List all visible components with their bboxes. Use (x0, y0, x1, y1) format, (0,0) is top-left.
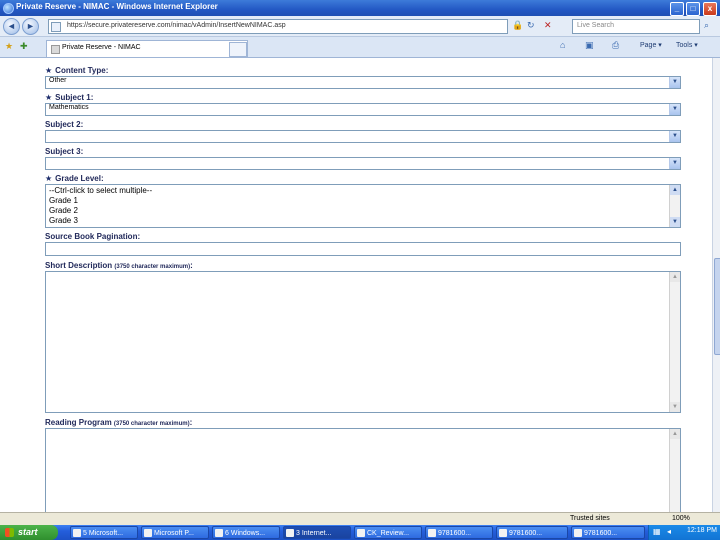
subject1-value: Mathematics (49, 104, 89, 111)
search-icon[interactable]: ⌕ (704, 20, 709, 31)
pagination-input[interactable] (45, 242, 681, 256)
taskbar-item[interactable]: CK_Review... (354, 526, 422, 539)
subject1-label: ★ Subject 1: (45, 93, 94, 102)
scrollbar-thumb[interactable] (714, 258, 720, 355)
grade-option[interactable]: --Ctrl-click to select multiple-- (49, 186, 152, 195)
scroll-up-icon[interactable]: ▲ (670, 429, 680, 439)
forward-button[interactable]: ► (22, 18, 39, 35)
tab-private-reserve[interactable]: Private Reserve - NIMAC (46, 40, 248, 57)
subject2-select[interactable]: ▼ (45, 130, 681, 143)
tab-toolbar: ★ ✚ Private Reserve - NIMAC ⌂ ▣ ⎙ Page ▾… (0, 37, 720, 58)
listbox-scrollbar[interactable]: ▲ ▼ (669, 185, 680, 227)
scroll-up-icon[interactable]: ▲ (670, 272, 680, 282)
add-favorite-icon[interactable]: ✚ (20, 41, 28, 52)
grade-option[interactable]: Grade 3 (49, 216, 78, 225)
favorites-star-icon[interactable]: ★ (5, 41, 13, 52)
taskbar-item[interactable]: 3 Internet... (283, 526, 351, 539)
window-title: Private Reserve - NIMAC - Windows Intern… (16, 2, 218, 11)
scroll-up-icon[interactable]: ▲ (670, 185, 680, 195)
reading-program-textarea[interactable]: ▲ (45, 428, 681, 524)
refresh-icon[interactable]: ↻ (527, 20, 535, 31)
minimize-button[interactable]: _ (670, 2, 684, 16)
content-type-value: Other (49, 77, 67, 84)
tab-favicon (51, 45, 60, 54)
subject3-label: Subject 3: (45, 147, 84, 156)
page-scrollbar[interactable] (712, 58, 720, 524)
start-button[interactable]: start (0, 525, 58, 540)
feeds-icon[interactable]: ▣ (585, 40, 594, 51)
maximize-button[interactable]: □ (686, 2, 700, 16)
app-icon (357, 529, 365, 537)
lock-icon[interactable]: 🔒 (512, 20, 523, 31)
stop-icon[interactable]: ✕ (544, 20, 552, 31)
grade-level-listbox[interactable]: --Ctrl-click to select multiple-- Grade … (45, 184, 681, 228)
taskbar-item[interactable]: 5 Microsoft... (70, 526, 138, 539)
required-star-icon: ★ (45, 66, 53, 75)
grade-level-label: ★ Grade Level: (45, 174, 104, 183)
volume-icon[interactable]: ◂ (667, 527, 671, 536)
taskbar-item[interactable]: 9781600... (425, 526, 493, 539)
system-tray: ▦ ◂ 12:18 PM (648, 525, 720, 540)
app-icon (574, 529, 582, 537)
internet-explorer-icon (3, 3, 14, 14)
clock[interactable]: 12:18 PM (687, 527, 717, 534)
zoom-level[interactable]: 100% (672, 515, 690, 522)
textarea-scrollbar[interactable]: ▲ (669, 429, 680, 524)
scroll-down-icon[interactable]: ▼ (670, 217, 680, 227)
page-menu[interactable]: Page ▾ (640, 41, 662, 49)
status-bar: Trusted sites 100% (0, 512, 720, 526)
chevron-down-icon[interactable]: ▼ (669, 104, 680, 115)
required-star-icon: ★ (45, 93, 53, 102)
windows-logo-icon (5, 528, 14, 537)
subject1-select[interactable]: Mathematics ▼ (45, 103, 681, 116)
reading-program-note: (3750 character maximum) (113, 421, 190, 427)
network-icon[interactable]: ▦ (653, 527, 661, 536)
tab-label: Private Reserve - NIMAC (62, 44, 141, 51)
app-icon (73, 529, 81, 537)
close-button[interactable]: x (703, 2, 717, 16)
taskbar-item[interactable]: 9781600... (571, 526, 645, 539)
required-star-icon: ★ (45, 174, 53, 183)
back-button[interactable]: ◄ (3, 18, 20, 35)
new-tab-button[interactable] (229, 42, 247, 57)
reading-program-label: Reading Program (3750 character maximum)… (45, 418, 193, 427)
page-icon (51, 22, 61, 32)
chevron-down-icon[interactable]: ▼ (669, 131, 680, 142)
search-input[interactable]: Live Search (572, 19, 700, 34)
subject3-select[interactable]: ▼ (45, 157, 681, 170)
content-type-label: ★ Content Type: (45, 66, 109, 75)
home-icon[interactable]: ⌂ (560, 40, 565, 50)
short-description-label: Short Description (3750 character maximu… (45, 261, 193, 270)
print-icon[interactable]: ⎙ (612, 40, 619, 51)
taskbar-item[interactable]: 6 Windows... (212, 526, 280, 539)
search-placeholder: Live Search (577, 22, 614, 29)
scroll-down-icon[interactable]: ▼ (670, 402, 680, 412)
short-description-note: (3750 character maximum) (114, 264, 191, 270)
chevron-down-icon[interactable]: ▼ (669, 77, 680, 88)
app-icon (215, 529, 223, 537)
subject2-label: Subject 2: (45, 120, 84, 129)
textarea-scrollbar[interactable]: ▲ ▼ (669, 272, 680, 412)
app-icon (286, 529, 294, 537)
security-zone: Trusted sites (570, 515, 610, 522)
page-content: ★ Content Type: Other ▼ ★ Subject 1: Mathe… (0, 58, 712, 524)
taskbar-item[interactable]: 9781600... (496, 526, 568, 539)
app-icon (144, 529, 152, 537)
chevron-down-icon[interactable]: ▼ (669, 158, 680, 169)
address-toolbar: ◄ ► https://secure.privatereserve.com/ni… (0, 16, 720, 37)
window-title-bar: Private Reserve - NIMAC - Windows Intern… (0, 0, 720, 16)
pagination-label: Source Book Pagination: (45, 232, 141, 241)
content-type-select[interactable]: Other ▼ (45, 76, 681, 89)
address-bar[interactable]: https://secure.privatereserve.com/nimac/… (48, 19, 508, 34)
grade-option[interactable]: Grade 2 (49, 206, 78, 215)
app-icon (499, 529, 507, 537)
tools-menu[interactable]: Tools ▾ (676, 41, 698, 49)
grade-option[interactable]: Grade 1 (49, 196, 78, 205)
taskbar: start 5 Microsoft... Microsoft P... 6 Wi… (0, 525, 720, 540)
address-url: https://secure.privatereserve.com/nimac/… (67, 22, 286, 29)
short-description-textarea[interactable]: ▲ ▼ (45, 271, 681, 413)
app-icon (428, 529, 436, 537)
taskbar-item[interactable]: Microsoft P... (141, 526, 209, 539)
